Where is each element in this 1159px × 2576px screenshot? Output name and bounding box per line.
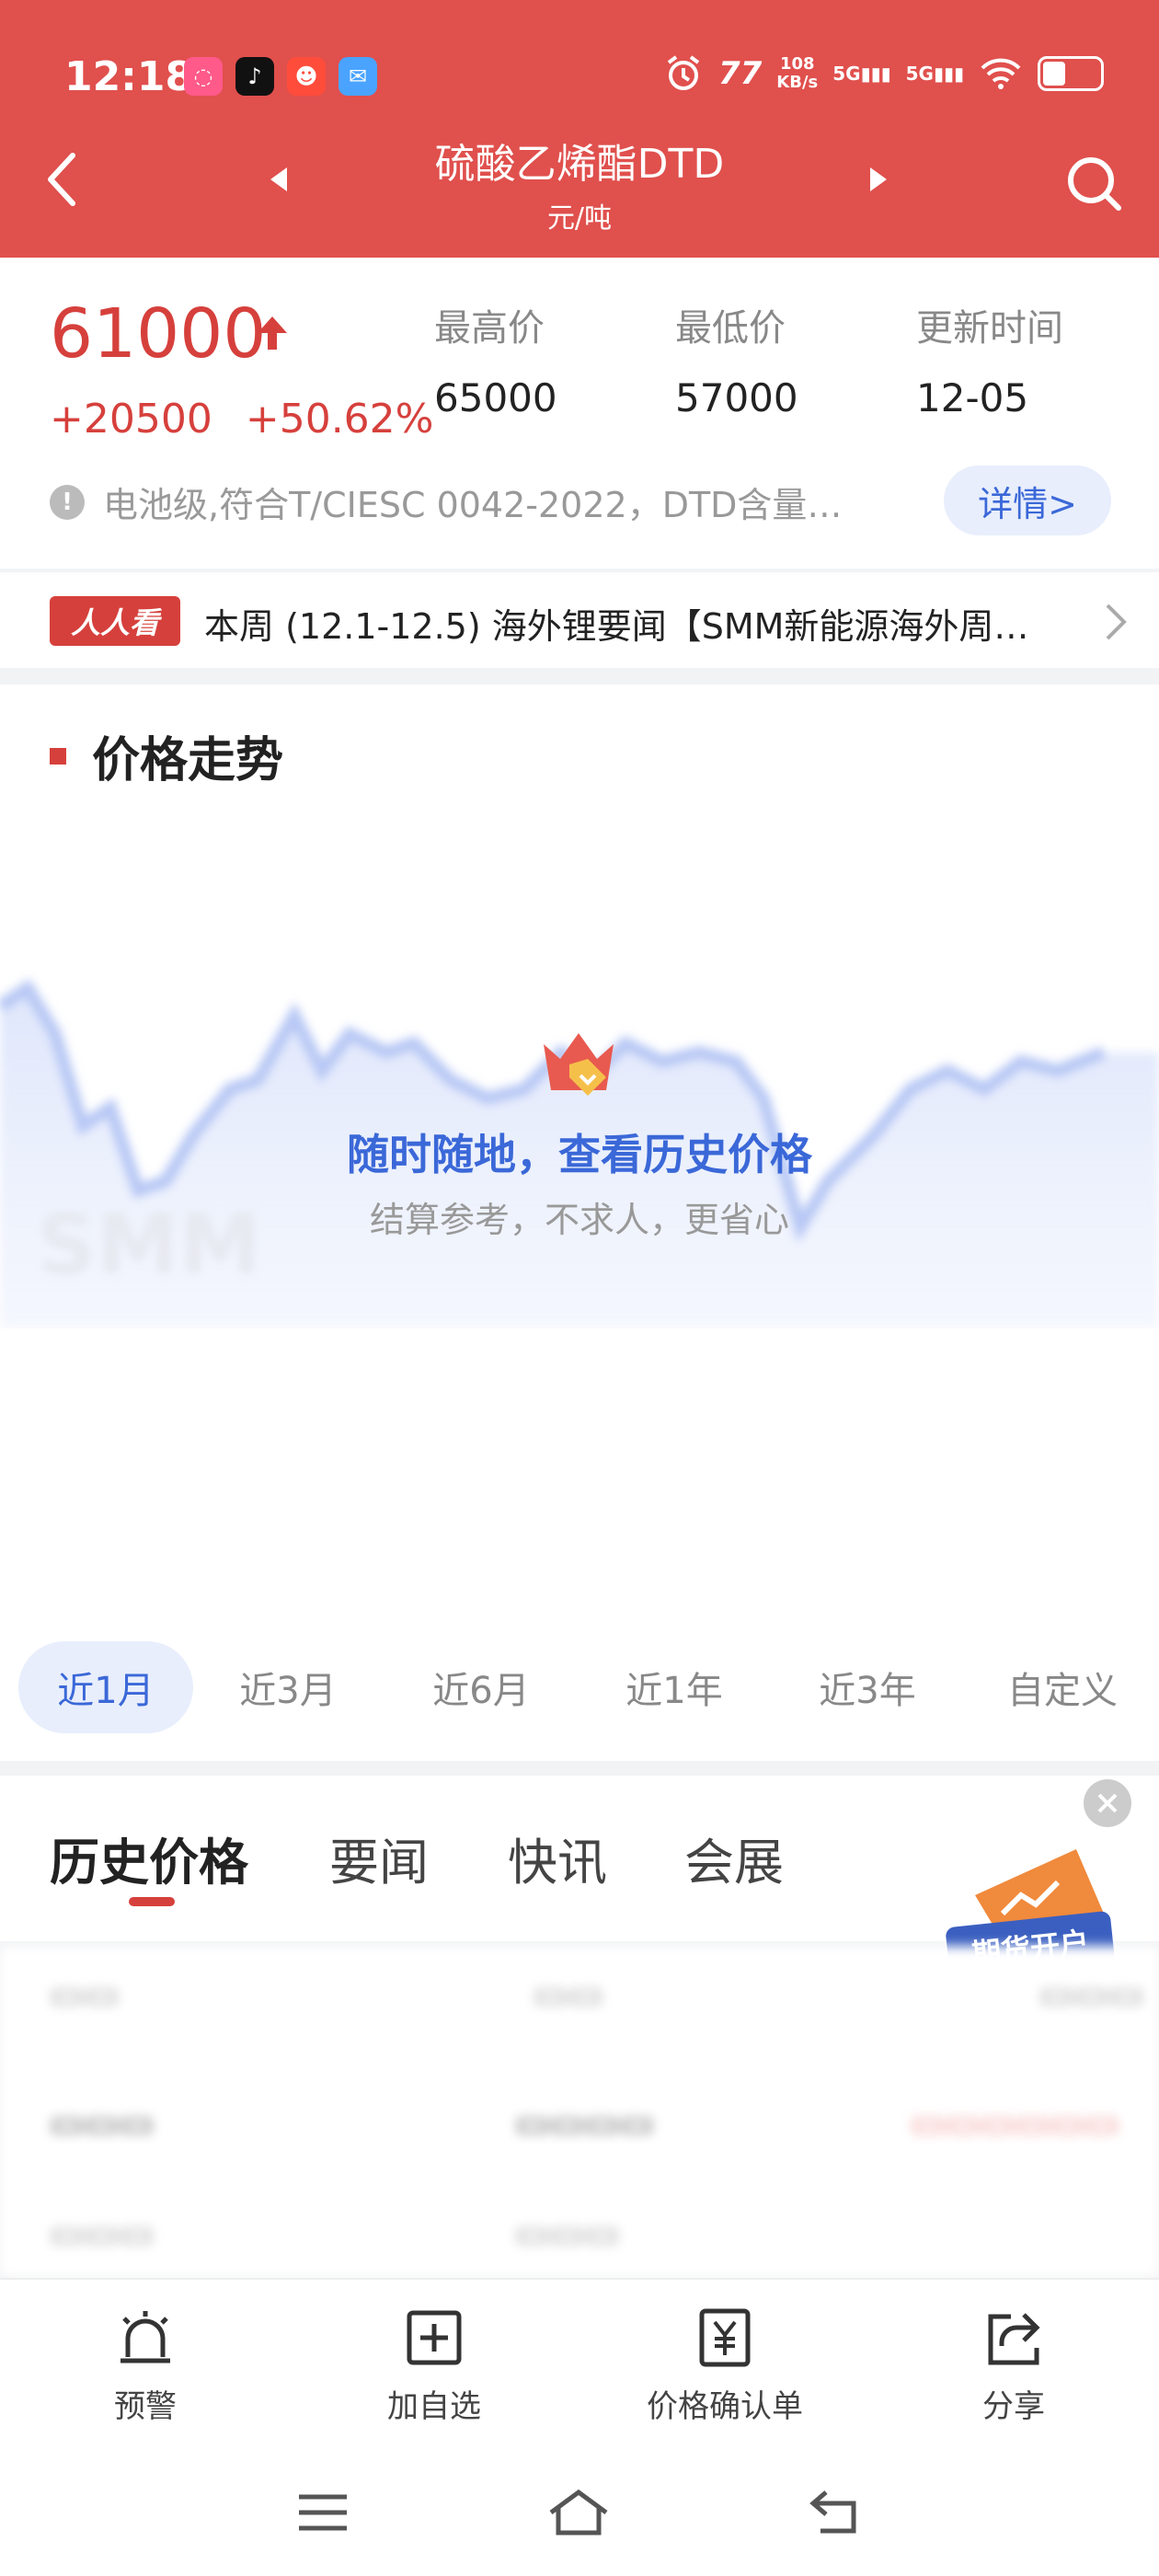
signal-5g-icon: 5G▮▮▮ xyxy=(832,63,891,85)
info-icon: ! xyxy=(50,484,85,520)
product-title-block: 硫酸乙烯酯DTD 元/吨 xyxy=(350,131,809,236)
home-button[interactable] xyxy=(537,2471,620,2554)
stat-value: 57000 xyxy=(675,375,798,420)
ticker-badge: 人人看 xyxy=(50,596,180,646)
stat-value: 65000 xyxy=(434,375,557,420)
signal-5g-icon: 5G▮▮▮ xyxy=(905,63,964,85)
alarm-icon xyxy=(120,2311,170,2363)
chart-lock-overlay[interactable]: 随时随地，查看历史价格 结算参考，不求人，更省心 xyxy=(0,933,1159,1338)
yuan-doc-icon xyxy=(699,2308,751,2367)
table-row: ▭▭▭ ▭▭▭ xyxy=(50,2213,620,2255)
share-icon xyxy=(988,2313,1040,2365)
price-confirm-button[interactable]: 价格确认单 xyxy=(605,2307,844,2426)
tab-indicator xyxy=(129,1897,175,1906)
app-header: 12:18 ◌ ♪ ☻ ✉ 77 108 KB/s 5G▮▮▮ 5G▮▮▮ 硫酸… xyxy=(0,0,1159,258)
up-arrow-icon xyxy=(258,316,287,350)
menu-button[interactable] xyxy=(281,2471,364,2554)
stat-label: 最低价 xyxy=(675,307,786,350)
back-button[interactable] xyxy=(29,147,94,212)
price-change-abs: +20500 xyxy=(50,396,212,443)
tab-news[interactable]: 要闻 xyxy=(329,1822,429,1894)
home-icon xyxy=(549,2489,608,2536)
back-nav-button[interactable] xyxy=(795,2471,878,2554)
range-custom[interactable]: 自定义 xyxy=(975,1641,1150,1733)
status-time: 12:18 xyxy=(64,53,194,100)
table-row: ▭▭▭ ▭▭▭▭ ▭▭▭▭▭▭ xyxy=(50,2102,1119,2145)
range-6m[interactable]: 近6月 xyxy=(394,1641,568,1733)
battery-icon xyxy=(1038,56,1104,91)
close-icon xyxy=(1097,1793,1118,1813)
overlay-subtitle: 结算参考，不求人，更省心 xyxy=(369,1199,789,1240)
overlay-title: 随时随地，查看历史价格 xyxy=(347,1129,812,1179)
range-1m[interactable]: 近1月 xyxy=(18,1641,193,1733)
product-title: 硫酸乙烯酯DTD xyxy=(434,141,725,188)
add-watchlist-button[interactable]: 加自选 xyxy=(315,2307,554,2426)
history-price-table-blurred: ▭▭ ▭▭ ▭▭▭ ▭▭▭ ▭▭▭▭ ▭▭▭▭▭▭ ▭▭▭ ▭▭▭ xyxy=(0,1946,1159,2277)
alert-button[interactable]: 预警 xyxy=(26,2307,265,2426)
current-price: 61000 xyxy=(50,294,267,374)
triangle-left-icon xyxy=(270,167,287,191)
prev-product-button[interactable] xyxy=(256,156,302,202)
alarm-clock-icon xyxy=(667,55,700,90)
table-header-row: ▭▭ ▭▭ ▭▭▭ xyxy=(50,1973,1144,2016)
menu-icon xyxy=(299,2494,347,2531)
app-notification-icon: ✉ xyxy=(339,57,377,96)
add-box-icon xyxy=(407,2310,462,2365)
stat-label: 更新时间 xyxy=(916,307,1063,350)
promo-close-button[interactable] xyxy=(1084,1779,1131,1827)
tab-history-price[interactable]: 历史价格 xyxy=(50,1822,248,1894)
crown-badge-icon xyxy=(544,1032,614,1096)
range-1y[interactable]: 近1年 xyxy=(587,1641,762,1733)
stat-value: 12-05 xyxy=(916,375,1029,420)
stat-updated: 更新时间 12-05 xyxy=(916,298,1063,420)
tab-flash[interactable]: 快讯 xyxy=(508,1822,607,1894)
tab-events[interactable]: 会展 xyxy=(684,1822,784,1894)
ticker-text: 本周 (12.1-12.5) 海外锂要闻【SMM新能源海外周… xyxy=(204,606,1029,647)
details-button[interactable]: 详情> xyxy=(944,466,1111,535)
product-unit: 元/吨 xyxy=(546,202,613,235)
nav-row: 硫酸乙烯酯DTD 元/吨 xyxy=(0,129,1159,248)
chevron-right-icon xyxy=(1106,604,1127,640)
back-arrow-icon xyxy=(48,153,75,206)
stat-low: 最低价 57000 xyxy=(675,298,798,420)
system-navigation-bar xyxy=(0,2444,1159,2576)
notification-icons: ◌ ♪ ☻ ✉ xyxy=(184,57,377,96)
section-title: 价格走势 xyxy=(50,721,283,790)
app-notification-icon: ☻ xyxy=(287,57,326,96)
price-change: +20500 +50.62% xyxy=(50,396,433,443)
carrier-icon: 77 xyxy=(717,55,763,92)
stat-high: 最高价 65000 xyxy=(434,298,557,420)
system-icons: 77 108 KB/s 5G▮▮▮ 5G▮▮▮ xyxy=(663,53,1104,94)
price-trend-section: 价格走势 SMM 随时随地，查看历史价格 结算参考，不求人，更省心 近1月 近3… xyxy=(0,684,1159,1761)
news-ticker[interactable]: 人人看 本周 (12.1-12.5) 海外锂要闻【SMM新能源海外周… xyxy=(0,572,1159,668)
wifi-icon xyxy=(981,58,1021,89)
back-nav-icon xyxy=(809,2490,856,2534)
tiktok-icon: ♪ xyxy=(235,57,274,96)
range-3y[interactable]: 近3年 xyxy=(780,1641,955,1733)
time-range-selector: 近1月 近3月 近6月 近1年 近3年 自定义 xyxy=(0,1641,1159,1742)
bottom-toolbar: 预警 加自选 价格确认单 分享 xyxy=(0,2278,1159,2444)
triangle-right-icon xyxy=(870,167,887,191)
search-button[interactable] xyxy=(1058,147,1131,221)
price-change-pct: +50.62% xyxy=(245,396,434,443)
stat-label: 最高价 xyxy=(434,307,545,350)
search-icon xyxy=(1068,157,1121,211)
app-notification-icon: ◌ xyxy=(184,57,223,96)
price-card: 61000 +20500 +50.62% 最高价 65000 最低价 57000… xyxy=(0,258,1159,569)
net-speed: 108 KB/s xyxy=(776,54,819,92)
next-product-button[interactable] xyxy=(855,156,901,202)
share-button[interactable]: 分享 xyxy=(894,2307,1133,2426)
spec-note: ! 电池级,符合T/CIESC 0042-2022，DTD含量… xyxy=(50,477,896,527)
range-3m[interactable]: 近3月 xyxy=(201,1641,375,1733)
